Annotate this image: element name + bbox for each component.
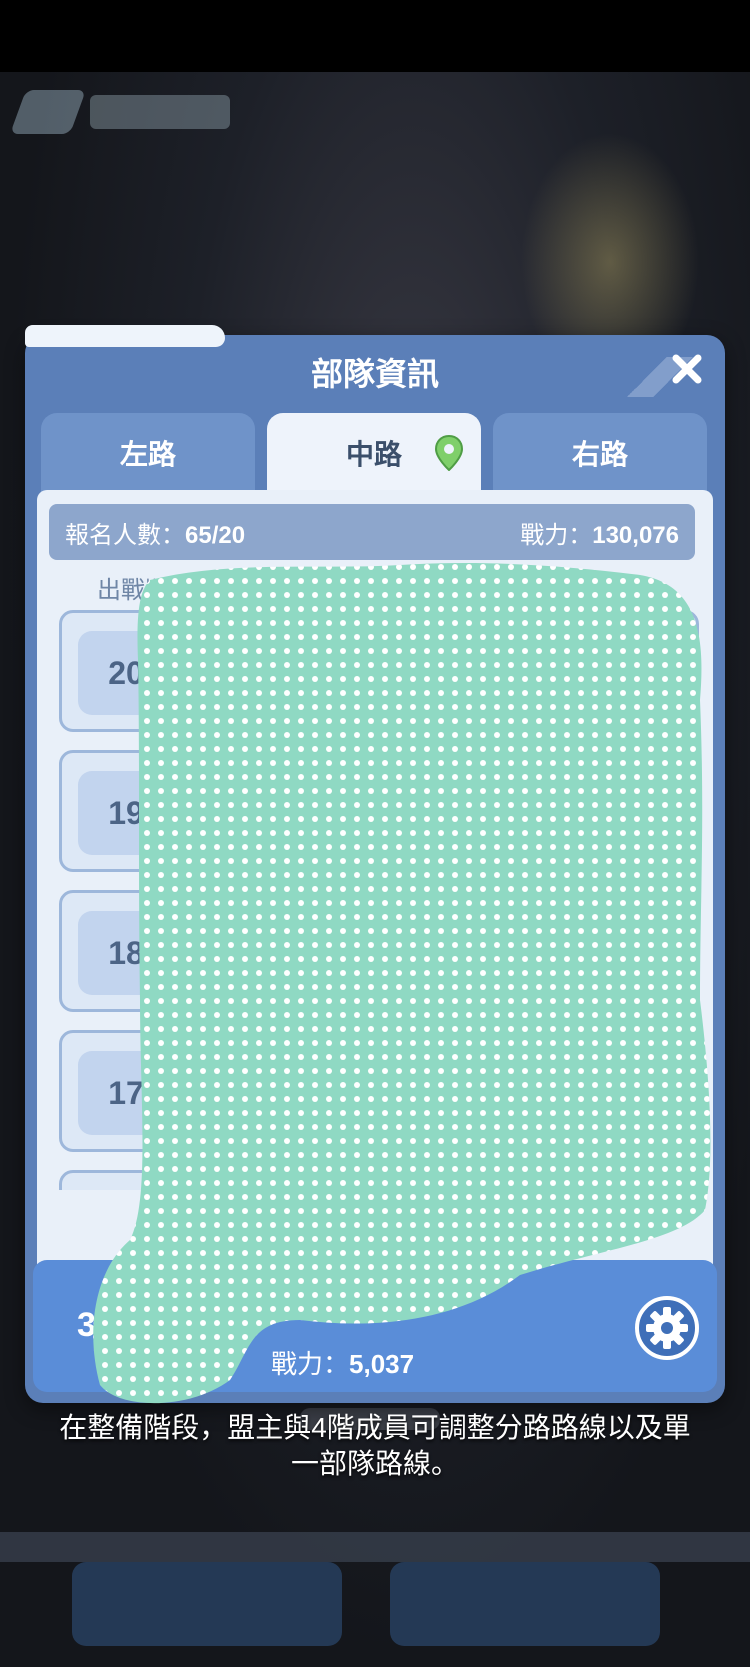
hint-caption: 在整備階段，盟主與4階成員可調整分路路線以及單 一部隊路線。 <box>0 1410 750 1482</box>
tab-middle-route[interactable]: 中路 <box>267 413 481 493</box>
settings-button[interactable] <box>635 1296 699 1360</box>
my-squad-bar[interactable]: 3 戰力：5,037 <box>33 1260 717 1392</box>
background-title-blur <box>90 95 230 129</box>
background-button-left <box>72 1562 342 1646</box>
tab-label: 中路 <box>345 439 402 470</box>
dialog-header: 部隊資訊 <box>25 335 725 403</box>
status-bar <box>0 0 750 72</box>
tab-label: 左路 <box>119 439 176 470</box>
gear-icon <box>635 1296 699 1360</box>
squad-info-dialog: 部隊資訊 左路 中路 右路 報名人數：65/20 戰力：130,076 出戰順序… <box>25 325 725 1403</box>
dialog-content: 報名人數：65/20 戰力：130,076 出戰順序 20 19 18 17 1… <box>37 490 713 1350</box>
squad-list[interactable]: 20 19 18 17 16 <box>59 610 699 1190</box>
power-label: 戰力： <box>271 1349 350 1379</box>
tab-label: 右路 <box>571 439 628 470</box>
squad-row[interactable]: 17 <box>59 1030 699 1152</box>
background-button-right <box>390 1562 660 1646</box>
route-tabs: 左路 中路 右路 <box>41 413 711 493</box>
column-header-order: 出戰順序 <box>97 577 193 604</box>
squad-row[interactable]: 20 <box>59 610 699 732</box>
background-bar <box>0 1532 750 1562</box>
location-pin-icon <box>435 435 463 471</box>
order-number: 20 <box>78 631 174 715</box>
tab-left-route[interactable]: 左路 <box>41 413 255 493</box>
summary-bar: 報名人數：65/20 戰力：130,076 <box>49 504 695 560</box>
tab-right-route[interactable]: 右路 <box>493 413 707 493</box>
hint-line-1: 在整備階段，盟主與4階成員可調整分路路線以及單 <box>59 1412 691 1443</box>
signup-value: 65/20 <box>185 521 246 549</box>
squad-row[interactable]: 18 <box>59 890 699 1012</box>
background-emblem <box>9 90 87 134</box>
power-value: 5,037 <box>349 1349 415 1379</box>
power-label: 戰力： <box>520 521 593 549</box>
signup-label: 報名人數： <box>65 521 185 549</box>
close-icon <box>672 354 702 384</box>
squad-row[interactable]: 16 <box>59 1170 699 1190</box>
power-value: 130,076 <box>592 521 679 549</box>
signup-count: 報名人數：65/20 <box>65 515 245 550</box>
squad-row[interactable]: 19 <box>59 750 699 872</box>
background-title <box>9 90 230 134</box>
order-number: 18 <box>78 911 174 995</box>
my-squad-number: 3 <box>77 1306 96 1344</box>
total-power: 戰力：130,076 <box>520 515 679 550</box>
order-number: 19 <box>78 771 174 855</box>
order-number: 17 <box>78 1051 174 1135</box>
my-squad-power: 戰力：5,037 <box>271 1344 414 1381</box>
hint-line-2: 一部隊路線。 <box>290 1448 459 1479</box>
close-button[interactable] <box>667 349 707 389</box>
